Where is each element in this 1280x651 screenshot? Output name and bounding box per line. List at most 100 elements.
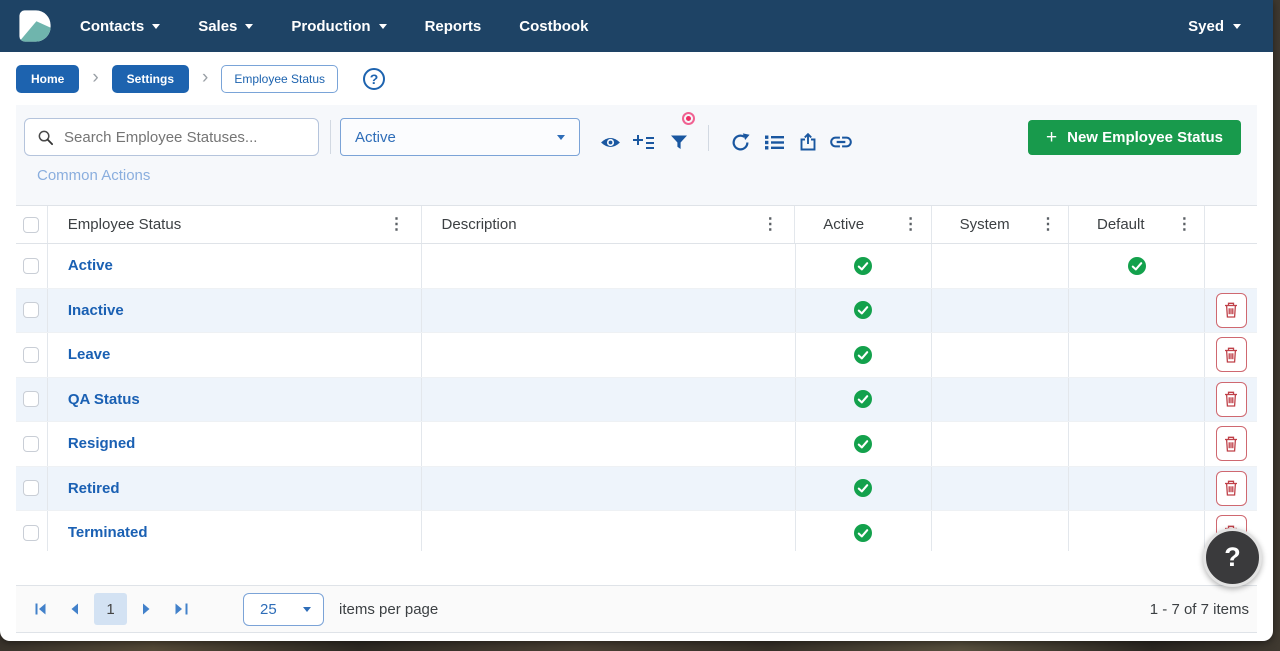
user-name: Syed (1188, 18, 1224, 35)
employee-status-link[interactable]: Resigned (68, 435, 136, 452)
employee-status-link[interactable]: Retired (68, 480, 120, 497)
employee-status-link[interactable]: QA Status (68, 391, 140, 408)
employee-status-link[interactable]: Active (68, 257, 113, 274)
page-number-button[interactable]: 1 (94, 593, 127, 625)
active-check-icon (854, 524, 872, 542)
employee-status-link[interactable]: Terminated (68, 524, 148, 541)
common-actions-link[interactable]: Common Actions (37, 167, 150, 184)
list-view-icon[interactable] (761, 129, 787, 155)
nav-item-sales[interactable]: Sales (198, 18, 253, 35)
employee-status-table: Employee Status ⋮ Description ⋮ Active ⋮ Sy… (16, 205, 1257, 551)
column-menu-icon[interactable]: ⋮ (1040, 217, 1056, 233)
table-header-row: Employee Status⋮ Description⋮ Active⋮ Sy… (16, 206, 1257, 244)
system-cell (932, 467, 1069, 511)
nav-item-contacts[interactable]: Contacts (80, 18, 160, 35)
first-page-button[interactable] (26, 594, 56, 624)
page-help-icon[interactable]: ? (363, 68, 385, 90)
system-cell (932, 511, 1069, 551)
breadcrumb-settings-button[interactable]: Settings (112, 65, 189, 93)
active-check-icon (854, 301, 872, 319)
default-cell (1069, 289, 1205, 333)
toolbar-divider (708, 125, 709, 151)
table-row: Leave (16, 333, 1257, 378)
items-per-page-label: items per page (339, 601, 438, 618)
system-cell (932, 422, 1069, 466)
system-cell (932, 378, 1069, 422)
table-row: Active (16, 244, 1257, 289)
nav-item-costbook[interactable]: Costbook (519, 18, 588, 35)
delete-button[interactable] (1216, 337, 1247, 372)
pagination-bar: 1 25 items per page 1 - 7 of 7 items (16, 585, 1257, 633)
row-checkbox[interactable] (23, 436, 39, 452)
row-checkbox[interactable] (23, 347, 39, 363)
column-menu-icon[interactable]: ⋮ (389, 217, 405, 233)
brand-logo-icon[interactable] (18, 8, 52, 44)
employee-status-link[interactable]: Leave (68, 346, 111, 363)
system-cell (932, 244, 1069, 288)
active-check-icon (854, 390, 872, 408)
table-row: QA Status (16, 378, 1257, 423)
next-page-button[interactable] (131, 594, 161, 624)
column-header-system: System (960, 216, 1010, 233)
column-header-employee-status: Employee Status (68, 216, 181, 233)
table-row: Retired (16, 467, 1257, 512)
last-page-button[interactable] (165, 594, 195, 624)
row-checkbox[interactable] (23, 480, 39, 496)
column-menu-icon[interactable]: ⋮ (1176, 217, 1192, 233)
status-filter-value: Active (355, 129, 396, 146)
column-header-default: Default (1097, 216, 1145, 233)
status-filter-dropdown[interactable]: Active (340, 118, 580, 156)
row-checkbox[interactable] (23, 302, 39, 318)
description-cell (422, 244, 796, 288)
column-header-description: Description (442, 216, 517, 233)
active-check-icon (854, 346, 872, 364)
page-size-dropdown[interactable]: 25 (243, 593, 324, 626)
delete-button[interactable] (1216, 426, 1247, 461)
default-check-icon (1128, 257, 1146, 275)
table-row: Terminated (16, 511, 1257, 551)
previous-page-button[interactable] (60, 594, 90, 624)
delete-button[interactable] (1216, 471, 1247, 506)
toolbar-panel: Active + New Employee Status Co (16, 105, 1257, 205)
chevron-down-icon (379, 24, 387, 29)
nav-item-production[interactable]: Production (291, 18, 386, 35)
breadcrumb: Home › Settings › Employee Status ? (0, 52, 1273, 105)
column-menu-icon[interactable]: ⋮ (903, 217, 919, 233)
app-window: Contacts Sales Production Reports Costbo… (0, 0, 1273, 641)
floating-help-button[interactable]: ? (1203, 528, 1262, 587)
default-cell (1069, 333, 1205, 377)
description-cell (422, 467, 796, 511)
chevron-down-icon (245, 24, 253, 29)
nav-item-reports[interactable]: Reports (425, 18, 482, 35)
breadcrumb-separator-icon: › (202, 68, 208, 89)
user-menu[interactable]: Syed (1188, 18, 1241, 35)
new-employee-status-button[interactable]: + New Employee Status (1028, 120, 1241, 155)
items-range-label: 1 - 7 of 7 items (1150, 601, 1249, 618)
chevron-down-icon (1233, 24, 1241, 29)
delete-button[interactable] (1216, 382, 1247, 417)
description-cell (422, 378, 796, 422)
table-row: Inactive (16, 289, 1257, 334)
filter-icon[interactable] (666, 129, 692, 155)
default-cell (1069, 378, 1205, 422)
description-cell (422, 511, 796, 551)
refresh-icon[interactable] (727, 129, 753, 155)
plus-icon: + (1046, 128, 1057, 147)
main-menu: Contacts Sales Production Reports Costbo… (80, 18, 588, 35)
add-row-icon[interactable] (630, 129, 656, 155)
row-checkbox[interactable] (23, 525, 39, 541)
search-icon (37, 129, 54, 146)
description-cell (422, 422, 796, 466)
select-all-checkbox[interactable] (23, 217, 39, 233)
export-icon[interactable] (795, 129, 821, 155)
search-input[interactable] (64, 129, 306, 146)
visibility-icon[interactable] (597, 129, 623, 155)
row-checkbox[interactable] (23, 391, 39, 407)
chevron-down-icon (303, 607, 311, 612)
breadcrumb-home-button[interactable]: Home (16, 65, 79, 93)
copy-link-icon[interactable] (828, 129, 854, 155)
delete-button[interactable] (1216, 293, 1247, 328)
row-checkbox[interactable] (23, 258, 39, 274)
employee-status-link[interactable]: Inactive (68, 302, 124, 319)
column-menu-icon[interactable]: ⋮ (762, 217, 778, 233)
